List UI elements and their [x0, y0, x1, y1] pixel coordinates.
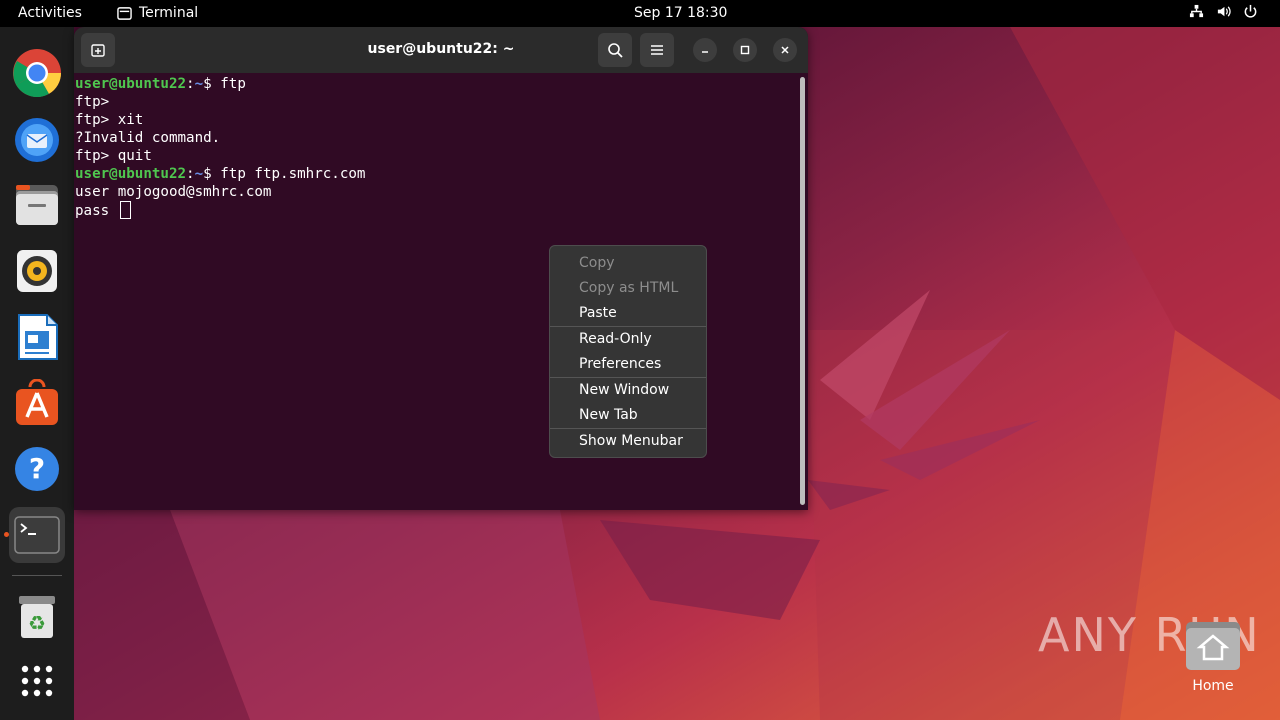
top-bar: Activities Terminal Sep 17 18:30 — [0, 0, 1280, 27]
search-icon — [608, 43, 623, 58]
menu-item-preferences[interactable]: Preferences — [550, 352, 706, 377]
menu-item-paste[interactable]: Paste — [550, 301, 706, 326]
network-icon — [1189, 4, 1204, 18]
terminal-line: user@ubuntu22:~$ ftp ftp.smhrc.com — [75, 166, 366, 182]
menu-item-new-tab[interactable]: New Tab — [550, 403, 706, 428]
app-menu[interactable]: Terminal — [117, 5, 198, 21]
volume-icon — [1217, 6, 1231, 17]
menu-item-show-menubar[interactable]: Show Menubar — [550, 429, 706, 454]
files-icon[interactable] — [9, 177, 65, 233]
minimize-icon — [702, 51, 708, 53]
maximize-icon — [740, 45, 750, 55]
menu-item-read-only[interactable]: Read-Only — [550, 327, 706, 352]
clock[interactable]: Sep 17 18:30 — [634, 5, 727, 21]
activities-button[interactable]: Activities — [18, 5, 82, 21]
terminal-app-icon — [117, 6, 132, 20]
terminal-titlebar[interactable]: user@ubuntu22: ~ — [74, 27, 808, 73]
trash-icon[interactable]: ♻ — [9, 589, 65, 645]
dock-separator — [12, 575, 62, 576]
dock: ? ♻ — [0, 27, 74, 720]
thunderbird-icon[interactable] — [9, 111, 65, 167]
power-icon — [1244, 4, 1257, 18]
terminal-input-line[interactable]: pass — [75, 201, 795, 220]
scrollbar[interactable] — [800, 77, 805, 505]
home-folder-label: Home — [1192, 678, 1234, 694]
terminal-icon[interactable] — [9, 507, 65, 563]
app-center-icon[interactable] — [9, 375, 65, 431]
menu-item-copy[interactable]: Copy — [550, 251, 706, 276]
text-cursor — [119, 201, 131, 219]
rhythmbox-icon[interactable] — [9, 243, 65, 299]
terminal-line: ftp> xit — [75, 112, 144, 128]
search-button[interactable] — [598, 33, 632, 67]
home-folder-icon[interactable] — [1184, 618, 1242, 676]
terminal-line: ftp> — [75, 94, 110, 110]
close-icon — [781, 46, 789, 54]
menu-item-copy-as-html[interactable]: Copy as HTML — [550, 276, 706, 301]
system-status-area[interactable] — [1189, 4, 1258, 19]
menu-button[interactable] — [640, 33, 674, 67]
maximize-button[interactable] — [733, 38, 757, 62]
menu-item-new-window[interactable]: New Window — [550, 378, 706, 403]
terminal-line: user@ubuntu22:~$ ftp — [75, 76, 246, 92]
running-indicator — [4, 532, 9, 537]
chrome-icon[interactable] — [9, 45, 65, 101]
svg-text:?: ? — [29, 452, 45, 485]
terminal-line: user mojogood@smhrc.com — [75, 184, 272, 200]
svg-text:♻: ♻ — [28, 611, 46, 635]
terminal-line: ?Invalid command. — [75, 130, 221, 146]
hamburger-icon — [651, 45, 663, 55]
help-icon[interactable]: ? — [9, 441, 65, 497]
writer-icon[interactable] — [9, 309, 65, 365]
minimize-button[interactable] — [693, 38, 717, 62]
show-apps-icon[interactable] — [9, 653, 65, 709]
terminal-line: ftp> quit — [75, 148, 152, 164]
app-menu-label: Terminal — [139, 5, 199, 21]
close-button[interactable] — [773, 38, 797, 62]
context-menu: Copy Copy as HTML Paste Read-Only Prefer… — [549, 245, 707, 458]
